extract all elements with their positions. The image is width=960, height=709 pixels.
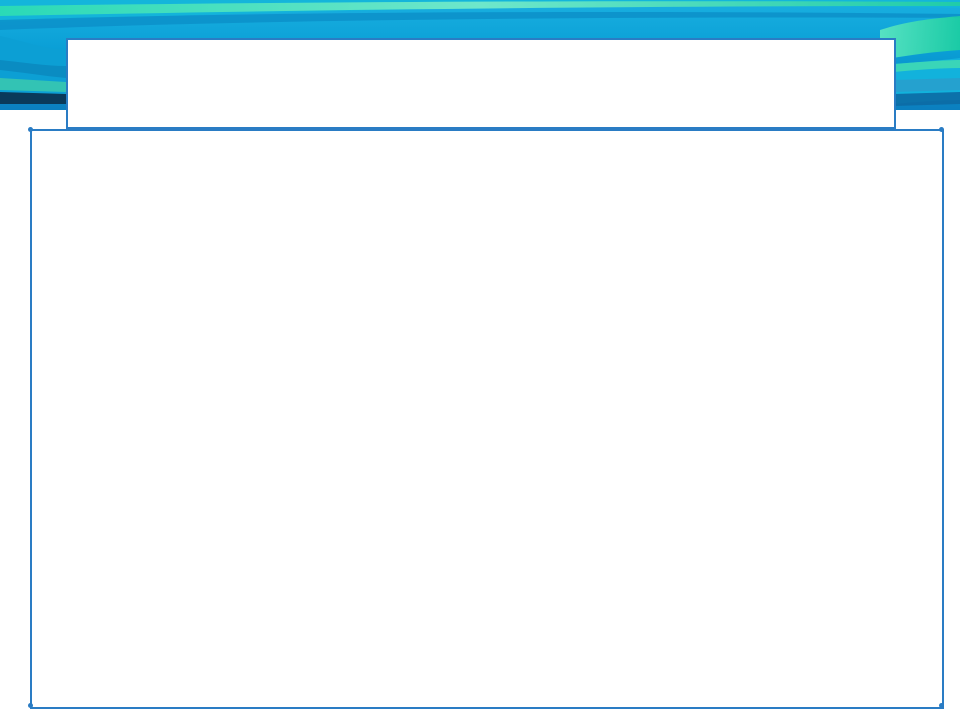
title-placeholder[interactable] [66,38,896,129]
content-corner-handle [939,127,944,132]
slide [0,0,960,709]
content-corner-handle [28,703,33,708]
content-corner-handle [28,127,33,132]
content-placeholder[interactable] [30,129,944,709]
content-corner-handle [939,703,944,708]
